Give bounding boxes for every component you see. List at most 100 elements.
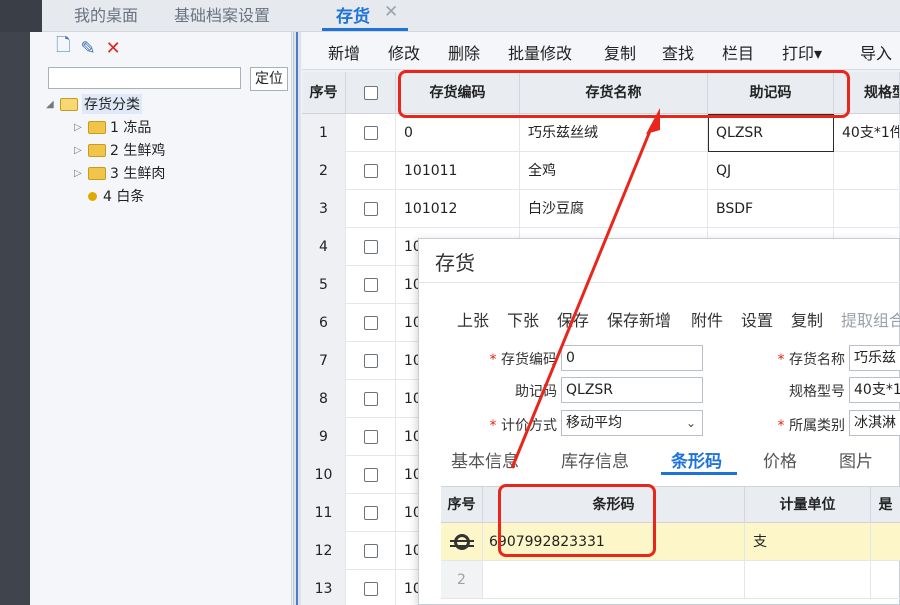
row-select[interactable] (346, 114, 396, 152)
delete-icon[interactable]: ✕ (106, 38, 121, 59)
mnemonic-cell[interactable]: BSDF (708, 190, 834, 228)
print-button[interactable]: 打印▾ (782, 40, 822, 64)
mnemonic-cell[interactable]: QLZSR (708, 114, 834, 152)
row-checkbox[interactable] (363, 240, 378, 254)
copy-button[interactable]: 复制 (604, 40, 636, 64)
panel-splitter[interactable] (293, 32, 301, 605)
row-select[interactable] (346, 380, 396, 418)
edit-icon[interactable]: ✎ (80, 38, 95, 59)
collapsed-arrow-icon[interactable]: ▷ (74, 168, 84, 179)
tab-basic-archive-settings[interactable]: 基础档案设置 (174, 2, 270, 26)
row-checkbox[interactable] (363, 506, 378, 520)
unit-cell[interactable]: 支 (745, 523, 871, 561)
tree-node-fresh-chicken[interactable]: ▷ 2 生鲜鸡 (74, 140, 165, 160)
col-header-select[interactable] (346, 72, 396, 114)
modify-button[interactable]: 修改 (388, 40, 420, 64)
name-cell[interactable]: 白沙豆腐 (520, 190, 708, 228)
tree-node-root[interactable]: ◢ 存货分类 (46, 94, 142, 114)
row-select[interactable] (346, 152, 396, 190)
name-cell[interactable]: 巧乐兹丝绒 (520, 114, 708, 152)
code-cell[interactable]: 0 (396, 114, 520, 152)
col-header-name[interactable]: 存货名称 (520, 72, 708, 114)
locate-button[interactable]: 定位 (250, 67, 288, 91)
barcode-row-action[interactable] (441, 523, 483, 561)
tab-price[interactable]: 价格 (763, 447, 797, 472)
barcode-col-barcode[interactable]: 条形码 (483, 487, 745, 523)
spec-cell[interactable]: 40支*1件 (834, 114, 900, 152)
row-checkbox[interactable] (363, 316, 378, 330)
col-header-code[interactable]: 存货编码 (396, 72, 520, 114)
tab-stock-info[interactable]: 库存信息 (561, 447, 629, 472)
settings-button[interactable]: 设置 (741, 307, 773, 331)
code-field[interactable]: 0 (561, 345, 703, 371)
row-checkbox[interactable] (363, 126, 378, 140)
close-icon[interactable]: ✕ (384, 2, 398, 22)
tab-image[interactable]: 图片 (839, 447, 873, 472)
tree-search-input[interactable] (48, 67, 241, 89)
row-select[interactable] (346, 532, 396, 570)
row-checkbox[interactable] (363, 164, 378, 178)
find-button[interactable]: 查找 (662, 40, 694, 64)
save-and-new-button[interactable]: 保存新增 (607, 307, 671, 331)
tree-node-frozen[interactable]: ▷ 1 冻品 (74, 117, 151, 137)
row-checkbox[interactable] (363, 278, 378, 292)
row-checkbox[interactable] (363, 468, 378, 482)
barcode-col-more[interactable]: 是 (871, 487, 900, 523)
select-all-checkbox[interactable] (363, 86, 378, 100)
row-checkbox[interactable] (363, 354, 378, 368)
code-cell[interactable]: 101012 (396, 190, 520, 228)
row-select[interactable] (346, 494, 396, 532)
row-select[interactable] (346, 456, 396, 494)
code-cell[interactable]: 101011 (396, 152, 520, 190)
attachment-button[interactable]: 附件 (691, 307, 723, 331)
row-select[interactable] (346, 570, 396, 605)
new-document-icon[interactable]: 🗋 (56, 33, 70, 63)
spec-field[interactable]: 40支*1件 (849, 377, 900, 403)
tab-basic-info[interactable]: 基本信息 (451, 447, 519, 472)
spec-cell[interactable] (834, 190, 900, 228)
expanded-arrow-icon[interactable]: ◢ (46, 99, 56, 110)
columns-button[interactable]: 栏目 (722, 40, 754, 64)
name-field[interactable]: 巧乐兹 (849, 345, 900, 371)
tree-node-carcass[interactable]: 4 白条 (84, 186, 144, 206)
row-select[interactable] (346, 418, 396, 456)
batch-modify-button[interactable]: 批量修改 (508, 40, 572, 64)
more-cell[interactable] (871, 561, 900, 599)
pricing-select[interactable]: 移动平均 ⌄ (561, 410, 703, 436)
tab-barcode[interactable]: 条形码 (671, 447, 722, 472)
save-button[interactable]: 保存 (557, 307, 589, 331)
row-checkbox[interactable] (363, 202, 378, 216)
col-header-spec[interactable]: 规格型 (834, 72, 900, 114)
collapsed-arrow-icon[interactable]: ▷ (74, 122, 84, 133)
next-record-button[interactable]: 下张 (507, 307, 539, 331)
table-row[interactable]: 1 0 巧乐兹丝绒 QLZSR 40支*1件 (302, 114, 900, 152)
row-checkbox[interactable] (363, 392, 378, 406)
row-select[interactable] (346, 228, 396, 266)
mnemonic-cell[interactable]: QJ (708, 152, 834, 190)
mnemonic-field[interactable]: QLZSR (561, 377, 703, 403)
barcode-col-unit[interactable]: 计量单位 (745, 487, 871, 523)
row-checkbox[interactable] (363, 544, 378, 558)
table-row[interactable]: 3 101012 白沙豆腐 BSDF (302, 190, 900, 228)
table-row[interactable]: 2 101011 全鸡 QJ (302, 152, 900, 190)
category-field[interactable]: 冰淇淋 (849, 410, 900, 436)
name-cell[interactable]: 全鸡 (520, 152, 708, 190)
import-button[interactable]: 导入 (860, 40, 892, 64)
tree-node-fresh-meat[interactable]: ▷ 3 生鲜肉 (74, 163, 165, 183)
row-select[interactable] (346, 266, 396, 304)
row-checkbox[interactable] (363, 430, 378, 444)
row-settings-icon[interactable] (449, 534, 474, 550)
row-checkbox[interactable] (363, 582, 378, 596)
row-select[interactable] (346, 342, 396, 380)
barcode-cell[interactable] (483, 561, 745, 599)
tab-my-desktop[interactable]: 我的桌面 (74, 2, 138, 26)
copy-record-button[interactable]: 复制 (791, 307, 823, 331)
prev-record-button[interactable]: 上张 (457, 307, 489, 331)
add-button[interactable]: 新增 (328, 40, 360, 64)
unit-cell[interactable] (745, 561, 871, 599)
more-cell[interactable] (871, 523, 900, 561)
tab-inventory[interactable]: 存货 (336, 2, 370, 27)
row-select[interactable] (346, 304, 396, 342)
delete-button[interactable]: 删除 (448, 40, 480, 64)
col-header-mnemonic[interactable]: 助记码 (708, 72, 834, 114)
